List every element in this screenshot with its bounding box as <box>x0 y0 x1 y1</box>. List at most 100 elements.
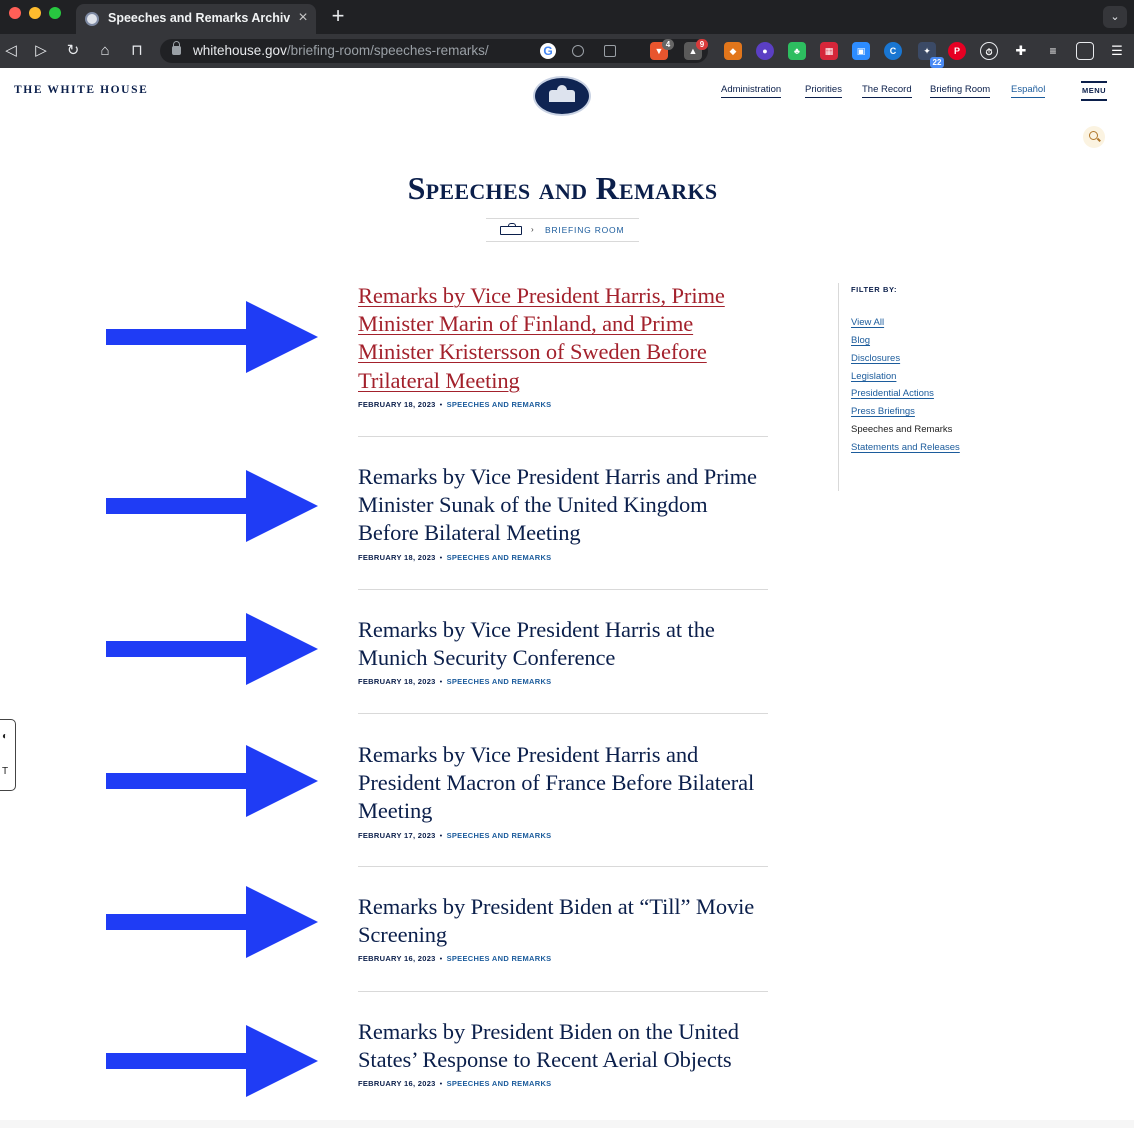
widget-toggle-icon[interactable]: ◐ <box>0 731 13 745</box>
search-icon[interactable] <box>1083 126 1105 148</box>
extension-c-icon[interactable]: C <box>884 42 902 60</box>
nav-briefing-room[interactable]: Briefing Room <box>930 84 991 98</box>
browser-tab-bar: Speeches and Remarks Archive × + ⌄ <box>0 0 1134 34</box>
reading-list-icon[interactable]: ≡ <box>1044 42 1062 60</box>
lock-icon <box>172 41 181 55</box>
divider <box>358 866 768 867</box>
close-tab-icon[interactable]: × <box>295 9 311 27</box>
article-date: FEBRUARY 16, 2023 <box>358 954 436 964</box>
maximize-window-button[interactable] <box>49 7 61 19</box>
new-tab-button[interactable]: + <box>326 5 350 29</box>
filter-speeches-and-remarks[interactable]: Speeches and Remarks <box>851 424 952 437</box>
article-date: FEBRUARY 18, 2023 <box>358 677 436 687</box>
tab-title: Speeches and Remarks Archive <box>108 11 290 25</box>
filter-heading: FILTER BY: <box>851 285 898 294</box>
arrow-annotation-icon <box>106 886 318 958</box>
breadcrumb: › BRIEFING ROOM <box>486 218 639 242</box>
extension-purple-icon[interactable]: ● <box>756 42 774 60</box>
zoom-icon[interactable] <box>572 45 584 57</box>
white-house-seal-icon[interactable] <box>533 76 591 116</box>
forward-icon[interactable]: ▷ <box>30 40 52 62</box>
article-date: FEBRUARY 18, 2023 <box>358 399 436 409</box>
article-date: FEBRUARY 17, 2023 <box>358 830 436 840</box>
pinterest-icon[interactable]: P <box>948 42 966 60</box>
extension-clock-icon[interactable]: ⏱ <box>980 42 998 60</box>
article-item: Remarks by Vice President Harris and Pre… <box>358 741 768 843</box>
nav-the-record[interactable]: The Record <box>862 84 912 98</box>
article-title-link[interactable]: Remarks by Vice President Harris, Prime … <box>358 283 725 393</box>
home-building-icon[interactable] <box>500 223 522 235</box>
breadcrumb-briefing-room[interactable]: BRIEFING ROOM <box>545 225 635 237</box>
nav-priorities[interactable]: Priorities <box>805 84 842 98</box>
home-icon[interactable]: ⌂ <box>94 40 116 62</box>
filter-view-all[interactable]: View All <box>851 317 884 330</box>
article-category-link[interactable]: SPEECHES AND REMARKS <box>447 831 552 840</box>
article-meta: FEBRUARY 18, 2023 • SPEECHES AND REMARKS <box>358 400 768 412</box>
article-title-link[interactable]: Remarks by Vice President Harris at the … <box>358 617 715 670</box>
article-item: Remarks by President Biden at “Till” Mov… <box>358 893 768 966</box>
share-icon[interactable] <box>604 45 616 57</box>
filter-legislation[interactable]: Legislation <box>851 371 896 384</box>
zoom-extension-icon[interactable]: ▣ <box>852 42 870 60</box>
breadcrumb-separator-icon: › <box>531 225 534 234</box>
divider <box>358 713 768 714</box>
nav-administration[interactable]: Administration <box>721 84 782 98</box>
article-meta: FEBRUARY 17, 2023 • SPEECHES AND REMARKS <box>358 831 768 843</box>
article-category-link[interactable]: SPEECHES AND REMARKS <box>447 954 552 963</box>
article-title-link[interactable]: Remarks by President Biden at “Till” Mov… <box>358 894 754 947</box>
bookmark-icon[interactable]: ⊓ <box>126 40 148 62</box>
accessibility-widget[interactable]: ◐ T <box>0 719 16 791</box>
article-item: Remarks by President Biden on the United… <box>358 1018 768 1091</box>
filter-presidential-actions[interactable]: Presidential Actions <box>851 388 934 401</box>
minimize-window-button[interactable] <box>29 7 41 19</box>
google-icon[interactable]: G <box>540 43 556 59</box>
page-bottom-edge <box>0 1120 1134 1128</box>
nav-espanol[interactable]: Español <box>1011 84 1046 98</box>
browser-menu-icon[interactable]: ☰ <box>1108 42 1126 60</box>
mendeley-icon[interactable]: ▦ <box>820 42 838 60</box>
article-date: FEBRUARY 18, 2023 <box>358 552 436 562</box>
arrow-annotation-icon <box>106 745 318 817</box>
meta-dot: • <box>439 552 443 562</box>
reload-icon[interactable]: ↻ <box>62 40 84 62</box>
seal-building <box>549 90 575 102</box>
article-title-link[interactable]: Remarks by President Biden on the United… <box>358 1019 739 1072</box>
arrow-annotation-icon <box>106 1025 318 1097</box>
url-text[interactable]: whitehouse.gov/briefing-room/speeches-re… <box>193 43 553 59</box>
article-meta: FEBRUARY 18, 2023 • SPEECHES AND REMARKS <box>358 553 768 565</box>
browser-toolbar: ◁ ▷ ↻ ⌂ ⊓ whitehouse.gov/briefing-room/s… <box>0 34 1134 68</box>
article-category-link[interactable]: SPEECHES AND REMARKS <box>447 553 552 562</box>
filter-statements-and-releases[interactable]: Statements and Releases <box>851 442 960 455</box>
article-title-link[interactable]: Remarks by Vice President Harris and Pre… <box>358 742 754 823</box>
metamask-icon[interactable]: ◆ <box>724 42 742 60</box>
divider <box>358 991 768 992</box>
article-title-link[interactable]: Remarks by Vice President Harris and Pri… <box>358 464 757 545</box>
filter-blog[interactable]: Blog <box>851 335 870 348</box>
filter-press-briefings[interactable]: Press Briefings <box>851 406 915 419</box>
meta-dot: • <box>439 1079 443 1089</box>
meta-dot: • <box>439 830 443 840</box>
address-bar[interactable]: whitehouse.gov/briefing-room/speeches-re… <box>160 39 708 63</box>
meta-dot: • <box>439 399 443 409</box>
browser-tab[interactable]: Speeches and Remarks Archive × <box>76 4 316 34</box>
article-category-link[interactable]: SPEECHES AND REMARKS <box>447 1079 552 1088</box>
brave-shield-icon[interactable]: ▼ 4 <box>650 39 674 60</box>
filter-disclosures[interactable]: Disclosures <box>851 353 900 366</box>
extensions-puzzle-icon[interactable]: ✚ <box>1012 42 1030 60</box>
widget-text-size-icon[interactable]: T <box>0 766 13 780</box>
article-category-link[interactable]: SPEECHES AND REMARKS <box>447 400 552 409</box>
article-category-link[interactable]: SPEECHES AND REMARKS <box>447 677 552 686</box>
evernote-icon[interactable]: ♣ <box>788 42 806 60</box>
menu-button[interactable]: MENU <box>1081 81 1107 101</box>
brave-rewards-icon[interactable]: ▲ 9 <box>684 39 708 60</box>
sidebar-toggle-icon[interactable] <box>1076 42 1094 60</box>
site-logo-text[interactable]: THE WHITE HOUSE <box>14 84 174 98</box>
back-icon[interactable]: ◁ <box>0 40 22 62</box>
close-window-button[interactable] <box>9 7 21 19</box>
whitehouse-favicon-icon <box>85 12 99 26</box>
extension-counter-icon[interactable]: ✦ 22 <box>918 42 944 68</box>
article-date: FEBRUARY 16, 2023 <box>358 1079 436 1089</box>
page-title: Speeches and Remarks <box>407 170 718 206</box>
tab-search-chevron-icon[interactable]: ⌄ <box>1103 6 1127 28</box>
article-meta: FEBRUARY 16, 2023 • SPEECHES AND REMARKS <box>358 954 768 966</box>
